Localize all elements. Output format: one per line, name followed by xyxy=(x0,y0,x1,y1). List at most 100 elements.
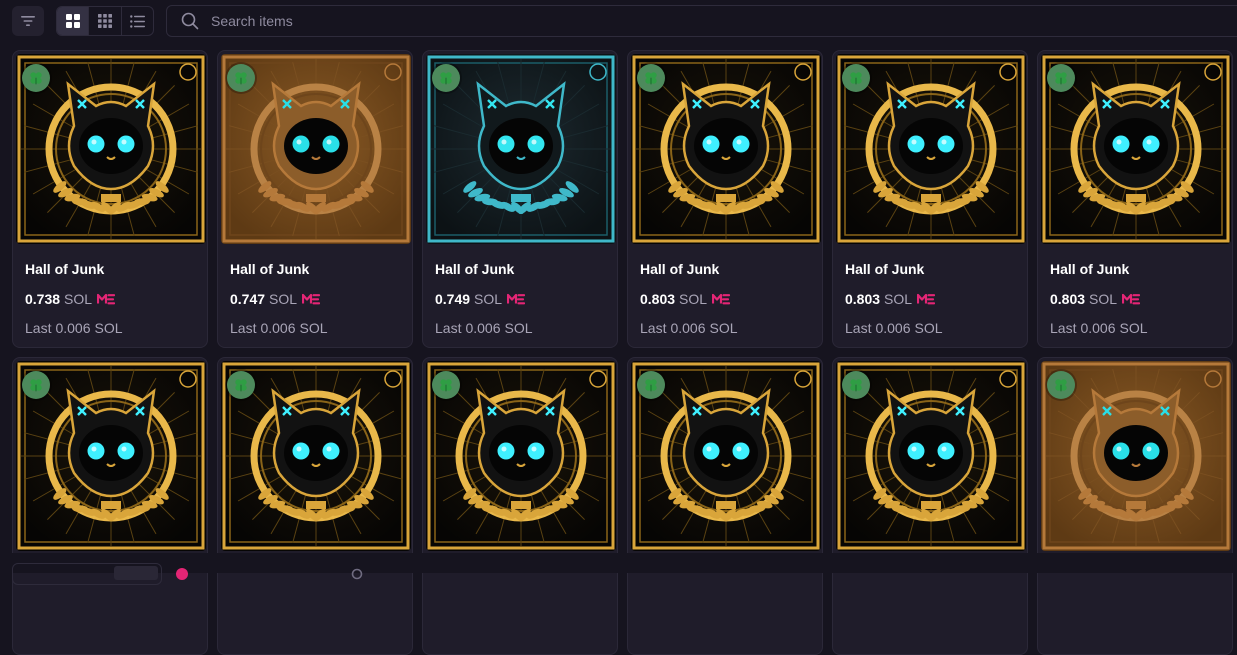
item-name: Hall of Junk xyxy=(640,261,720,277)
small-grid-view-button[interactable] xyxy=(88,7,120,35)
price-value: 0.749 xyxy=(435,291,471,307)
last-sale-unit: SOL xyxy=(504,320,533,336)
item-name: Hall of Junk xyxy=(230,261,310,277)
lucky-badge xyxy=(432,64,460,92)
item-card[interactable]: Hall of Junk 0.749 SOL Last 0.006 SOL xyxy=(422,50,618,348)
last-sale: Last 0.006 SOL xyxy=(1050,320,1148,336)
last-sale-price: 0.006 xyxy=(465,320,501,336)
gear-icon[interactable] xyxy=(350,567,364,581)
filter-button[interactable] xyxy=(12,6,44,36)
last-sale xyxy=(640,627,648,643)
clover-icon xyxy=(235,379,247,392)
last-sale: Last 0.006 SOL xyxy=(230,320,328,336)
magic-eden-icon xyxy=(302,293,321,305)
price-unit: SOL xyxy=(269,291,298,307)
price-value: 0.803 xyxy=(640,291,676,307)
price-row: 0.749 SOL xyxy=(435,291,526,307)
clover-icon xyxy=(30,379,42,392)
last-sale-unit: SOL xyxy=(94,320,123,336)
last-sale: Last 0.006 SOL xyxy=(25,320,123,336)
price-unit: SOL xyxy=(474,291,503,307)
lucky-badge xyxy=(637,64,665,92)
magic-eden-icon xyxy=(97,293,116,305)
item-card[interactable] xyxy=(1037,357,1233,655)
price-unit: SOL xyxy=(884,291,913,307)
clover-icon xyxy=(645,379,657,392)
price-unit: SOL xyxy=(64,291,93,307)
clover-icon xyxy=(235,72,247,85)
search-input[interactable] xyxy=(209,12,1113,30)
magic-eden-icon xyxy=(1122,293,1141,305)
magic-eden-icon xyxy=(712,293,731,305)
item-card[interactable]: Hall of Junk 0.803 SOL Last 0.006 SOL xyxy=(832,50,1028,348)
lucky-badge xyxy=(22,64,50,92)
large-grid-icon xyxy=(65,14,80,28)
bottom-control-button[interactable] xyxy=(114,566,158,580)
last-sale-price: 0.006 xyxy=(1080,320,1116,336)
last-sale-label: Last xyxy=(435,320,462,336)
last-sale: Last 0.006 SOL xyxy=(845,320,943,336)
item-card[interactable] xyxy=(12,357,208,655)
price-row: 0.803 SOL xyxy=(640,291,731,307)
price-row: 0.738 SOL xyxy=(25,291,116,307)
lucky-badge xyxy=(1047,64,1075,92)
search-box xyxy=(166,5,1237,37)
price-row: 0.803 SOL xyxy=(1050,291,1141,307)
lucky-badge xyxy=(1047,371,1075,399)
filter-icon xyxy=(21,16,35,26)
clover-icon xyxy=(440,72,452,85)
price-value: 0.738 xyxy=(25,291,61,307)
item-card[interactable] xyxy=(217,357,413,655)
list-icon xyxy=(129,14,145,28)
last-sale-price: 0.006 xyxy=(875,320,911,336)
clover-icon xyxy=(30,72,42,85)
price-value: 0.803 xyxy=(1050,291,1086,307)
price-value: 0.747 xyxy=(230,291,266,307)
clover-icon xyxy=(645,72,657,85)
item-card[interactable]: Hall of Junk 0.747 SOL Last 0.006 SOL xyxy=(217,50,413,348)
view-mode-toggle xyxy=(56,6,154,36)
last-sale-unit: SOL xyxy=(914,320,943,336)
toolbar xyxy=(0,0,1237,42)
item-name: Hall of Junk xyxy=(25,261,105,277)
item-card[interactable]: Hall of Junk 0.803 SOL Last 0.006 SOL xyxy=(1037,50,1233,348)
item-name: Hall of Junk xyxy=(1050,261,1130,277)
item-card[interactable]: Hall of Junk 0.803 SOL Last 0.006 SOL xyxy=(627,50,823,348)
item-card[interactable] xyxy=(832,357,1028,655)
price-unit: SOL xyxy=(1089,291,1118,307)
price-unit: SOL xyxy=(679,291,708,307)
search-icon xyxy=(181,12,199,30)
last-sale xyxy=(230,627,238,643)
last-sale-label: Last xyxy=(845,320,872,336)
list-view-button[interactable] xyxy=(120,7,153,35)
last-sale xyxy=(845,627,853,643)
last-sale-label: Last xyxy=(230,320,257,336)
lucky-badge xyxy=(22,371,50,399)
lucky-badge xyxy=(842,64,870,92)
item-card[interactable] xyxy=(627,357,823,655)
clover-icon xyxy=(1055,72,1067,85)
last-sale xyxy=(1050,627,1058,643)
last-sale xyxy=(435,627,443,643)
lucky-badge xyxy=(432,371,460,399)
price-row: 0.803 SOL xyxy=(845,291,936,307)
last-sale-price: 0.006 xyxy=(260,320,296,336)
clover-icon xyxy=(1055,379,1067,392)
last-sale-unit: SOL xyxy=(1119,320,1148,336)
last-sale: Last 0.006 SOL xyxy=(435,320,533,336)
last-sale-price: 0.006 xyxy=(670,320,706,336)
item-card[interactable]: Hall of Junk 0.738 SOL Last 0.006 SOL xyxy=(12,50,208,348)
item-name: Hall of Junk xyxy=(435,261,515,277)
clover-icon xyxy=(850,379,862,392)
magic-eden-dot-icon xyxy=(176,568,188,580)
magic-eden-icon xyxy=(507,293,526,305)
last-sale xyxy=(25,627,33,643)
price-value: 0.803 xyxy=(845,291,881,307)
clover-icon xyxy=(850,72,862,85)
item-card[interactable] xyxy=(422,357,618,655)
last-sale-price: 0.006 xyxy=(55,320,91,336)
large-grid-view-button[interactable] xyxy=(57,7,89,35)
last-sale-label: Last xyxy=(25,320,52,336)
bottom-bar xyxy=(0,553,1237,585)
item-name: Hall of Junk xyxy=(845,261,925,277)
